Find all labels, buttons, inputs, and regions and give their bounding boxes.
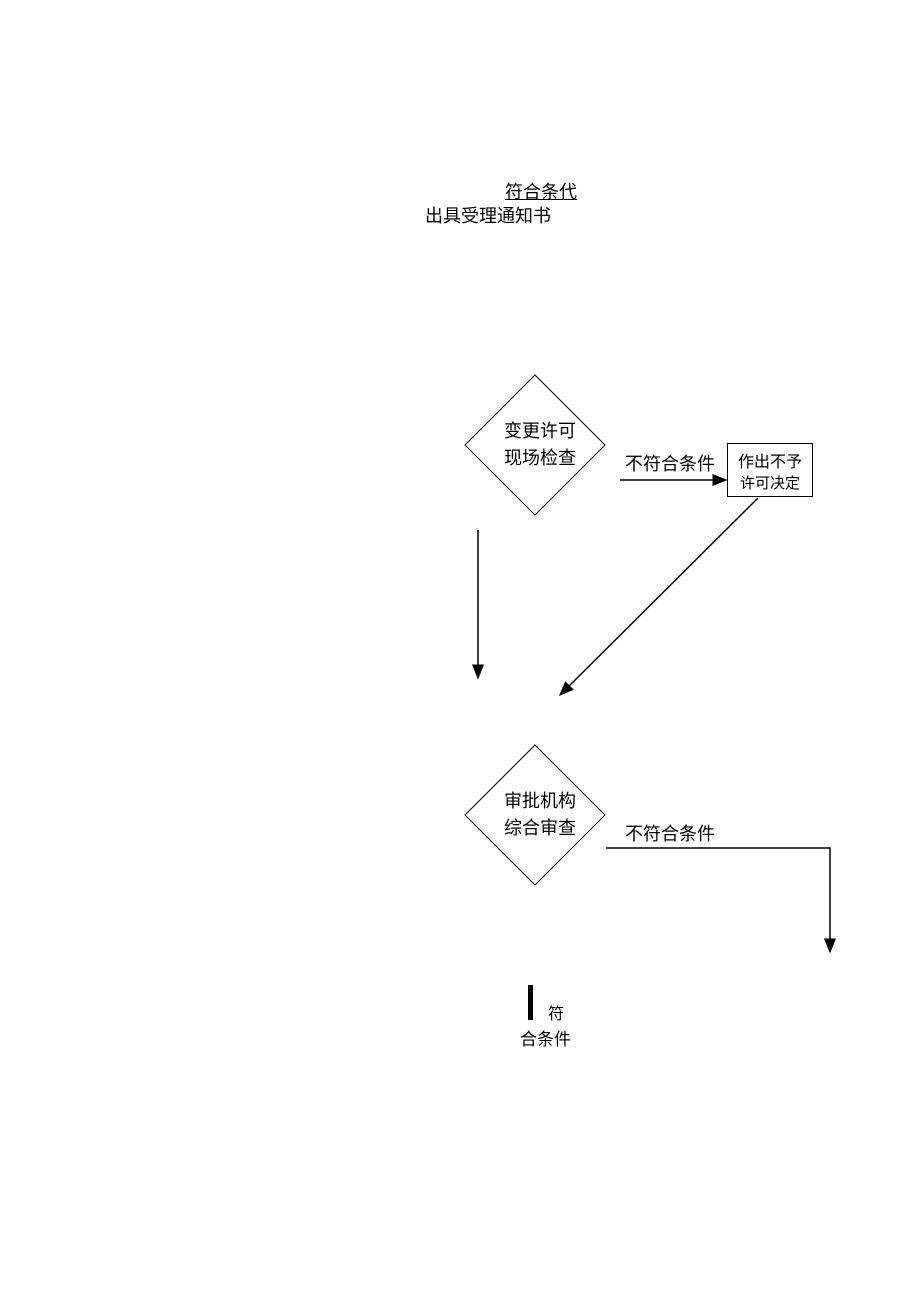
- flowchart-canvas: 符合条代 出具受理通知书 变更许可 现场检查 不符合条件 作出不予 许可决定 审…: [0, 0, 920, 1301]
- header-subtitle: 出具受理通知书: [425, 202, 551, 228]
- diamond2-line2: 综合审查: [504, 818, 576, 838]
- diamond1-label: 变更许可 现场检查: [495, 418, 585, 472]
- rect1-line1: 作出不予: [738, 448, 802, 472]
- diamond2-label: 审批机构 综合审查: [495, 788, 585, 842]
- arrows-layer: [0, 0, 920, 1301]
- diamond2-line1: 审批机构: [504, 791, 576, 811]
- rect-deny-decision: 作出不予 许可决定: [727, 443, 813, 497]
- header-title: 符合条代: [505, 178, 577, 204]
- bottom-text-part2: 合条件: [520, 1025, 571, 1050]
- vertical-bar-icon: [528, 985, 533, 1020]
- diamond1-line1: 变更许可: [504, 421, 576, 441]
- diamond1-line2: 现场检查: [504, 448, 576, 468]
- bottom-text-part1: 符: [548, 1000, 564, 1024]
- edge-label-not-qualified-2: 不符合条件: [625, 820, 715, 846]
- edge-label-not-qualified-1: 不符合条件: [625, 450, 715, 476]
- arrow-diamond2-right-down: [606, 848, 830, 952]
- arrow-rect1-diagonal: [560, 498, 758, 695]
- rect1-line2: 许可决定: [740, 472, 800, 493]
